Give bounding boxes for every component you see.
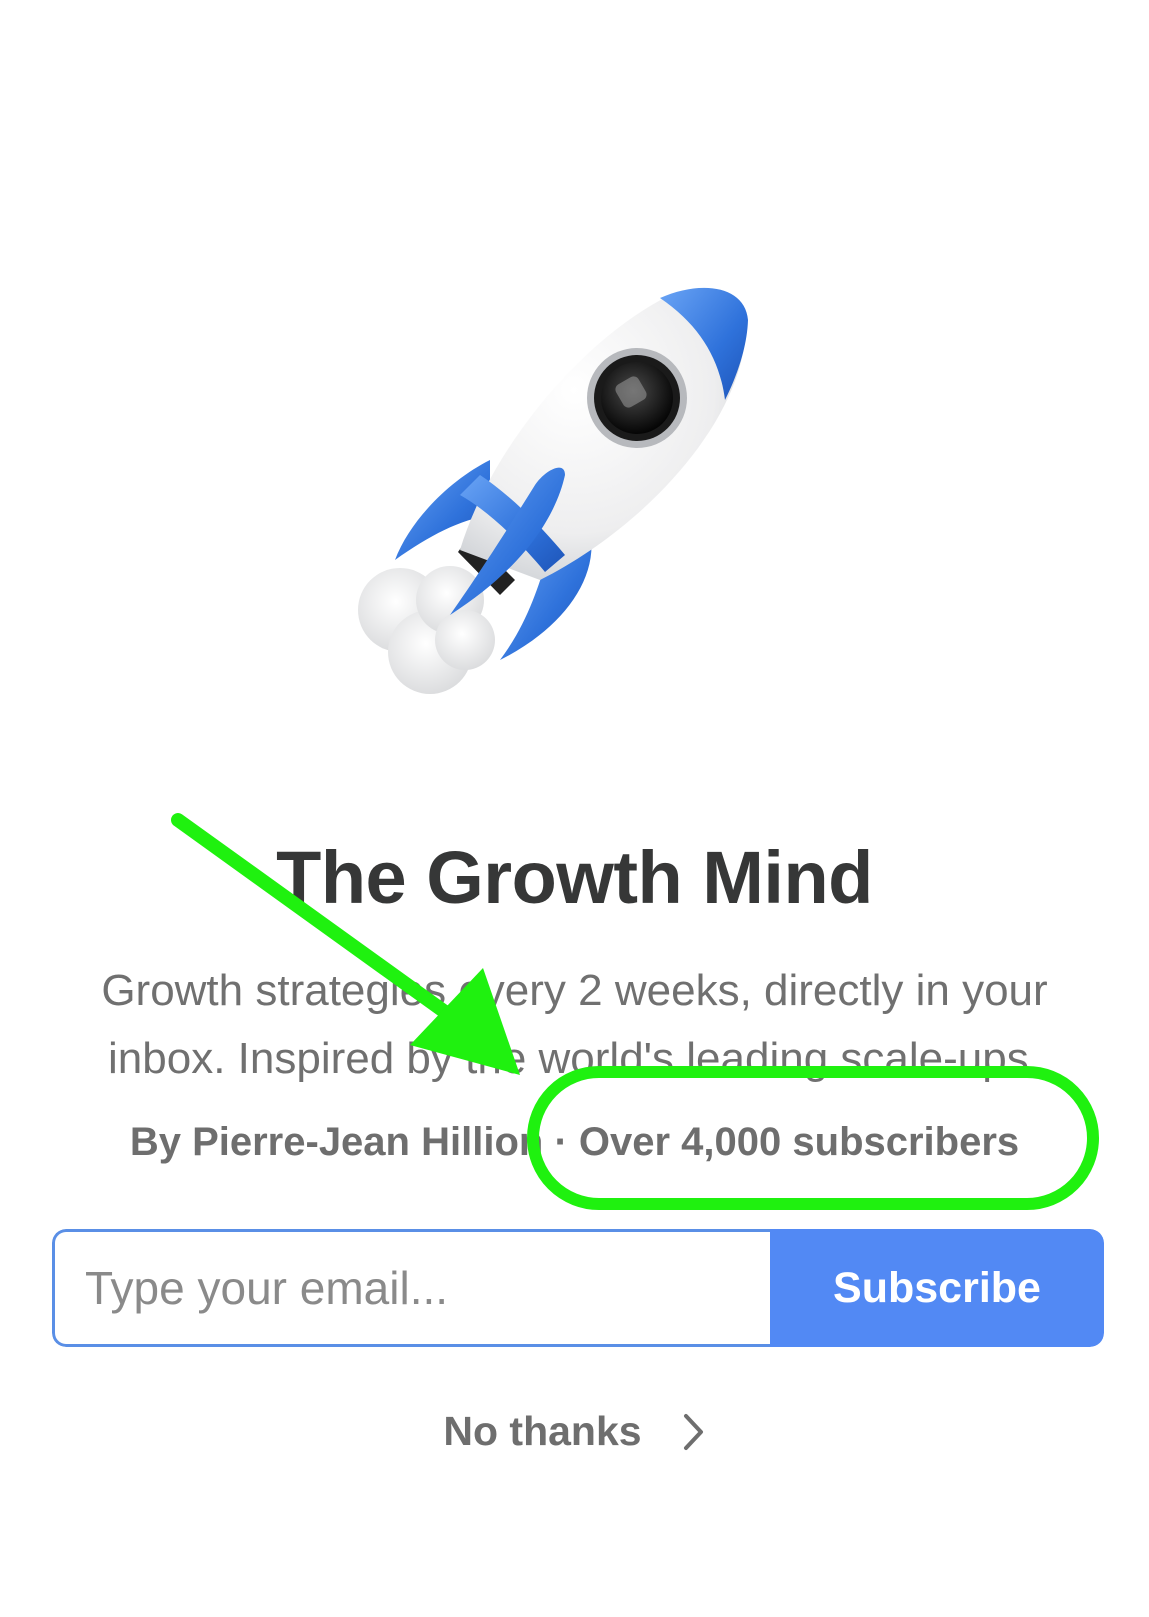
no-thanks-label: No thanks <box>443 1408 642 1454</box>
no-thanks-link[interactable]: No thanks <box>0 1408 1149 1455</box>
publication-description: Growth strategies every 2 weeks, directl… <box>101 966 1048 1083</box>
byline-separator: · <box>554 1120 568 1164</box>
author-name[interactable]: By Pierre-Jean Hillion <box>130 1120 543 1164</box>
subscribe-button[interactable]: Subscribe <box>770 1229 1104 1347</box>
publication-title: The Growth Mind <box>276 836 873 919</box>
subscriber-count: Over 4,000 subscribers <box>578 1120 1020 1164</box>
annotation-overlay <box>171 813 1099 1210</box>
chevron-right-icon <box>683 1413 703 1450</box>
subscribe-page: The Growth Mind Growth strategies every … <box>0 0 1149 1617</box>
subscribe-form: Subscribe <box>52 1229 1104 1347</box>
rocket-icon <box>358 287 748 694</box>
email-input[interactable] <box>52 1229 770 1347</box>
byline: By Pierre-Jean Hillion · Over 4,000 subs… <box>0 1120 1149 1165</box>
